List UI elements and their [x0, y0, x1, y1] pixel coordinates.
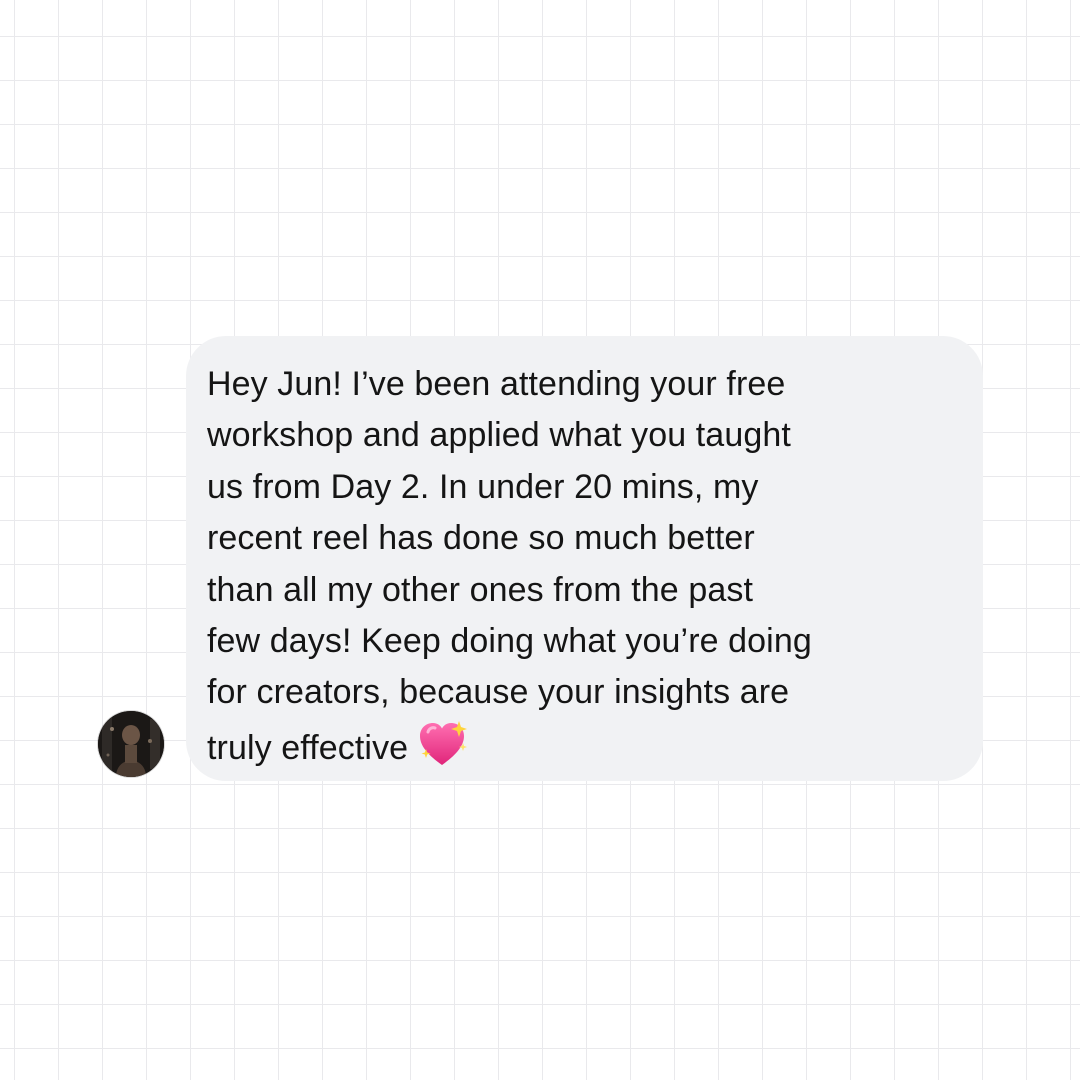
message-line: for creators, because your insights are — [207, 673, 790, 712]
sparkling-heart-icon — [420, 720, 468, 765]
message-line: us from Day 2. In under 20 mins, my — [207, 467, 759, 506]
message-last-line: truly effective — [207, 719, 963, 774]
message-line: workshop and applied what you taught — [207, 416, 791, 455]
profile-photo-icon — [98, 711, 164, 777]
message-line: Hey Jun! I’ve been attending your free — [207, 365, 786, 403]
message-line: than all my other ones from the past — [207, 570, 753, 609]
sender-avatar[interactable] — [98, 711, 164, 777]
message-line: recent reel has done so much better — [207, 519, 755, 558]
message-line: truly effective — [207, 728, 409, 767]
message-bubble[interactable]: Hey Jun! I’ve been attending your free w… — [186, 336, 983, 781]
message-text: Hey Jun! I’ve been attending your free w… — [207, 359, 963, 774]
message-line: few days! Keep doing what you’re doing — [207, 622, 812, 661]
